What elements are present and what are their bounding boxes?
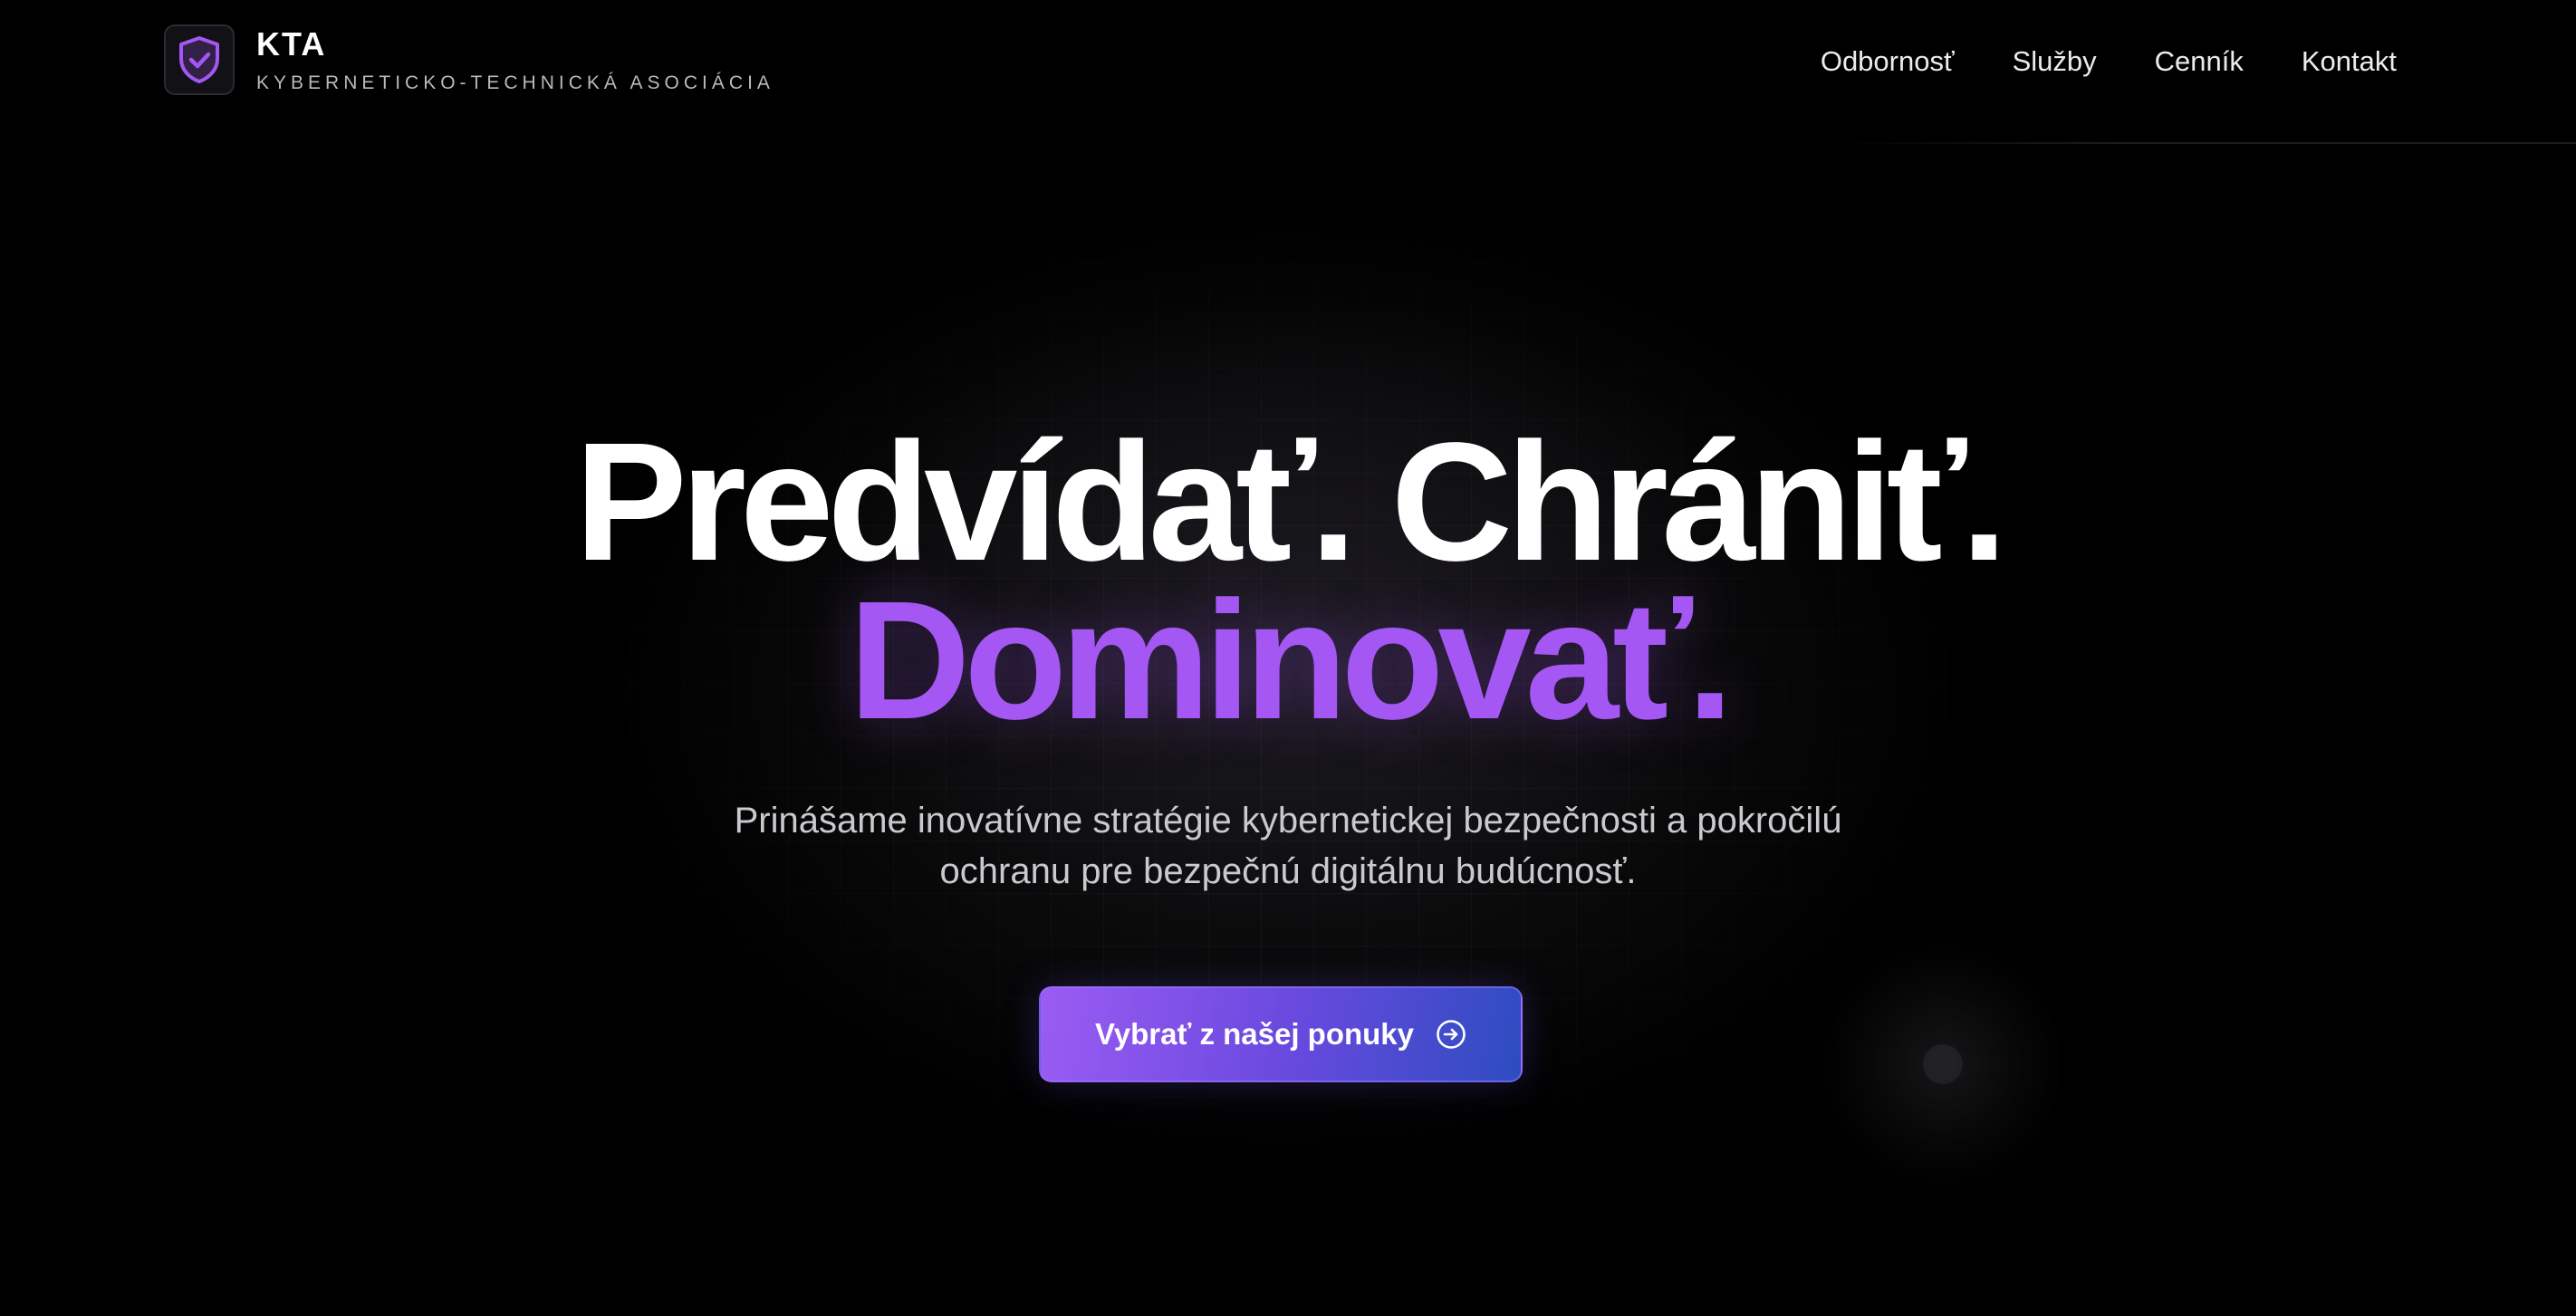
landing-page: KTA KYBERNETICKO-TECHNICKÁ ASOCIÁCIA Odb… <box>0 0 2576 1316</box>
hero-section: Predvídať. Chrániť. Dominovať. Prinášame… <box>0 0 2576 1316</box>
hero-headline-accent: Dominovať. <box>849 567 1734 754</box>
cta-button[interactable]: Vybrať z našej ponuky <box>1039 986 1523 1082</box>
hero-subtitle-line-2: ochranu pre bezpečnú digitálnu budúcnosť… <box>939 851 1637 891</box>
hero-headline: Predvídať. Chrániť. <box>574 408 2008 596</box>
cta-button-label: Vybrať z našej ponuky <box>1094 1017 1415 1051</box>
hero-subtitle-line-1: Prinášame inovatívne stratégie kyberneti… <box>734 801 1842 841</box>
hero-subtitle: Prinášame inovatívne stratégie kyberneti… <box>0 795 2576 897</box>
arrow-right-circle-icon <box>1437 1020 1466 1049</box>
